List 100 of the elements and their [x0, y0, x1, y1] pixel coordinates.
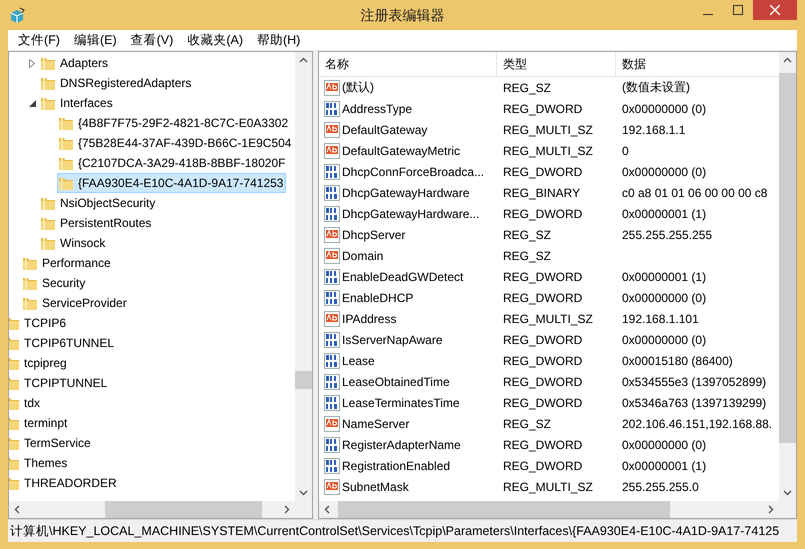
value-data: 0x00000000 (0) [622, 102, 706, 116]
window-title: 注册表编辑器 [360, 7, 444, 25]
value-name[interactable]: DefaultGateway [342, 122, 428, 136]
value-name[interactable]: IsServerNapAware [342, 332, 442, 346]
binary-value-icon [324, 436, 340, 452]
string-value-icon [324, 80, 340, 96]
value-type: REG_SZ [503, 80, 552, 94]
value-type: REG_MULTI_SZ [503, 144, 593, 158]
tree-item[interactable]: Themes [24, 456, 68, 470]
tree-item[interactable]: {C2107DCA-3A29-418B-8BBF-18020F [78, 156, 286, 170]
value-data: c0 a8 01 01 06 00 00 00 c8 [622, 186, 768, 200]
binary-value-icon [324, 206, 340, 222]
value-type: REG_MULTI_SZ [503, 122, 593, 136]
tree-item[interactable]: Winsock [60, 236, 106, 250]
menu-item[interactable]: 收藏夹(A) [180, 32, 250, 48]
column-header[interactable]: 名称 [319, 52, 497, 76]
value-name[interactable]: Lease [342, 354, 375, 368]
scrollbar-thumb[interactable] [338, 501, 670, 518]
tree-item[interactable]: tdx [24, 396, 40, 410]
string-value-icon [324, 142, 340, 158]
string-value-icon [324, 248, 340, 264]
value-name[interactable]: EnableDHCP [342, 290, 414, 304]
value-name[interactable]: DhcpGatewayHardware [342, 186, 470, 200]
tree-item[interactable]: TCPIPTUNNEL [24, 376, 108, 390]
collapse-arrow-icon[interactable] [28, 100, 36, 106]
binary-value-icon [324, 100, 340, 116]
value-data: 0 [622, 144, 629, 158]
value-name[interactable]: RegistrationEnabled [342, 458, 450, 472]
folder-icon [40, 235, 56, 251]
tree-item[interactable]: ServiceProvider [42, 296, 127, 310]
menu-item[interactable]: 文件(F) [11, 32, 67, 48]
string-value-icon [324, 122, 340, 138]
value-name[interactable]: (默认) [342, 79, 374, 96]
value-type: REG_SZ [503, 248, 552, 262]
value-name[interactable]: NameServer [342, 416, 410, 430]
value-name[interactable]: LeaseTerminatesTime [342, 396, 460, 410]
scrollbar-thumb[interactable] [105, 501, 262, 518]
folder-icon [40, 215, 56, 231]
binary-value-icon [324, 290, 340, 306]
value-data: 192.168.1.1 [622, 122, 686, 136]
menu-item[interactable]: 帮助(H) [250, 32, 308, 48]
maximize-icon [733, 5, 743, 15]
value-type: REG_DWORD [503, 438, 582, 452]
value-data: 0x00000000 (0) [622, 438, 706, 452]
tree-item[interactable]: {75B28E44-37AF-439D-B66C-1E9C504 [78, 136, 292, 150]
tree-item[interactable]: Adapters [60, 56, 108, 70]
value-type: REG_DWORD [503, 164, 582, 178]
value-data: 0x00000001 (1) [622, 458, 706, 472]
tree-item[interactable]: tcpipreg [24, 356, 67, 370]
close-icon [770, 5, 780, 15]
value-data: 0x00000001 (1) [622, 270, 706, 284]
value-data: 0x00000000 (0) [622, 164, 706, 178]
tree-item[interactable]: NsiObjectSecurity [60, 196, 156, 210]
value-type: REG_DWORD [503, 290, 582, 304]
binary-value-icon [324, 332, 340, 348]
value-type: REG_DWORD [503, 458, 582, 472]
scrollbar-thumb[interactable] [295, 371, 312, 389]
value-name[interactable]: DhcpConnForceBroadca... [342, 164, 484, 178]
tree-item[interactable]: Security [42, 276, 86, 290]
folder-icon [40, 75, 56, 91]
value-type: REG_MULTI_SZ [503, 480, 593, 494]
tree-item[interactable]: Performance [42, 256, 111, 270]
registry-cubes-icon [10, 7, 26, 23]
value-data: 0x00000000 (0) [622, 332, 706, 346]
value-name[interactable]: SubnetMask [342, 480, 409, 494]
value-name[interactable]: DefaultGatewayMetric [342, 144, 460, 158]
menu-item[interactable]: 编辑(E) [66, 32, 124, 48]
scrollbar-thumb[interactable] [779, 73, 796, 443]
value-name[interactable]: LeaseObtainedTime [342, 374, 450, 388]
value-name[interactable]: Domain [342, 248, 384, 262]
folder-icon [22, 255, 38, 271]
value-name[interactable]: DhcpGatewayHardware... [342, 206, 480, 220]
value-name[interactable]: RegisterAdapterName [342, 438, 461, 452]
value-data: (数值未设置) [622, 79, 690, 96]
string-value-icon [324, 310, 340, 326]
binary-value-icon [324, 458, 340, 474]
folder-icon [58, 115, 74, 131]
tree-item[interactable]: Interfaces [60, 96, 113, 110]
tree-item[interactable]: THREADORDER [24, 476, 117, 490]
tree-item[interactable]: {4B8F7F75-29F2-4821-8C7C-E0A3302 [78, 116, 288, 130]
tree-item[interactable]: terminpt [24, 416, 68, 430]
value-name[interactable]: IPAddress [342, 312, 396, 326]
expand-arrow-icon[interactable] [29, 58, 35, 68]
folder-icon [40, 95, 56, 111]
tree-item[interactable]: PersistentRoutes [60, 216, 152, 230]
value-name[interactable]: AddressType [342, 102, 412, 116]
tree-item[interactable]: DNSRegisteredAdapters [60, 76, 192, 90]
value-data: 0x00000001 (1) [622, 206, 706, 220]
menu-item[interactable]: 查看(V) [124, 32, 180, 48]
folder-icon [22, 295, 38, 311]
value-type: REG_BINARY [503, 186, 580, 200]
close-button[interactable] [753, 0, 797, 20]
column-header[interactable]: 类型 [497, 52, 616, 76]
tree-item[interactable]: TCPIP6 [24, 316, 66, 330]
value-name[interactable]: EnableDeadGWDetect [342, 270, 464, 284]
value-data: 0x5346a763 (1397139299) [622, 396, 766, 410]
tree-item[interactable]: TCPIP6TUNNEL [24, 336, 114, 350]
tree-item[interactable]: TermService [24, 436, 91, 450]
binary-value-icon [324, 268, 340, 284]
value-name[interactable]: DhcpServer [342, 228, 406, 242]
